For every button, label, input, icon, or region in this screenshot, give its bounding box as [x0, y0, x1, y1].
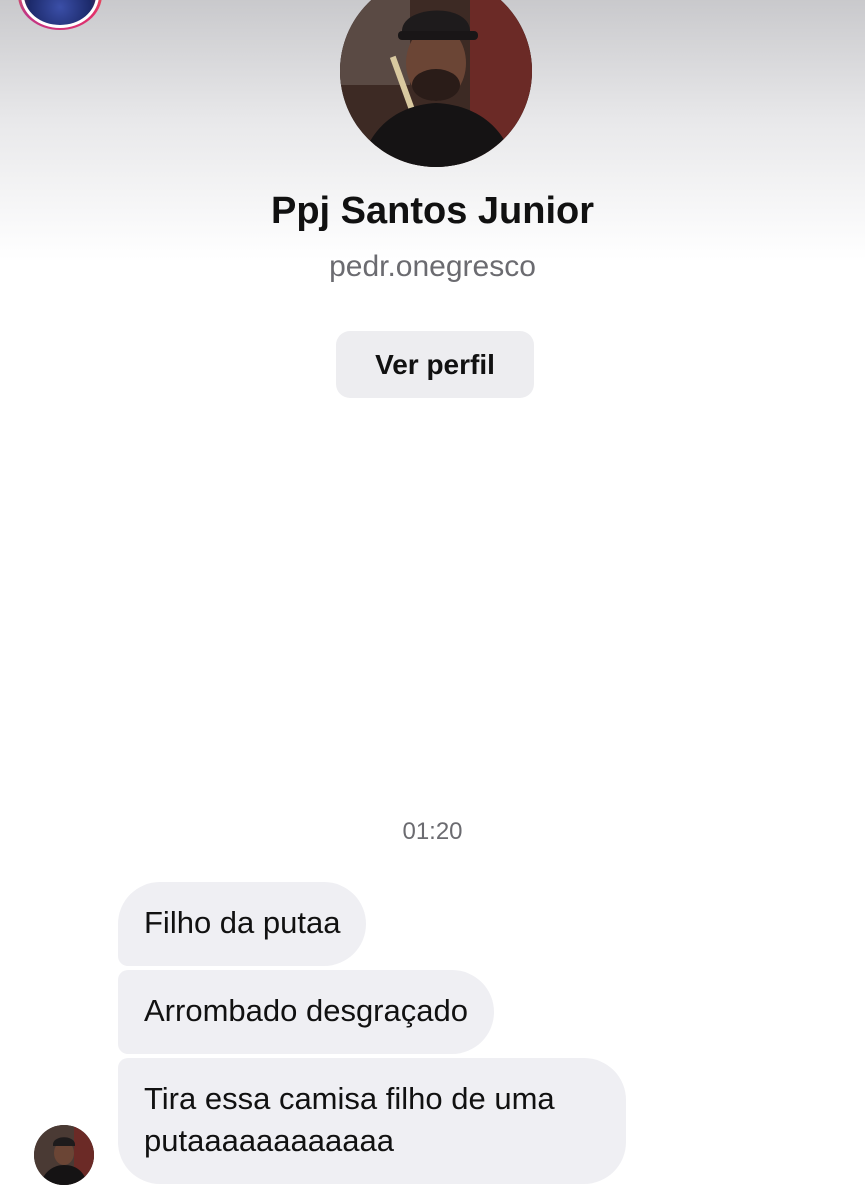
- sender-photo: [34, 1125, 94, 1185]
- profile-name: Ppj Santos Junior: [270, 190, 595, 232]
- story-avatar-image: [21, 0, 99, 28]
- view-profile-button[interactable]: Ver perfil: [336, 331, 534, 398]
- message-timestamp: 01:20: [402, 818, 463, 845]
- story-avatar-icon[interactable]: [18, 0, 102, 30]
- message-bubble[interactable]: Arrombado desgraçado: [118, 970, 494, 1054]
- message-bubble[interactable]: Filho da putaa: [118, 882, 367, 966]
- profile-avatar[interactable]: [340, 0, 532, 167]
- profile-handle: pedr.onegresco: [329, 250, 536, 283]
- sender-avatar-icon[interactable]: [34, 1125, 94, 1185]
- profile-photo-icon: [340, 0, 532, 167]
- message-bubble[interactable]: Tira essa camisa filho de uma putaaaaaaa…: [118, 1058, 626, 1184]
